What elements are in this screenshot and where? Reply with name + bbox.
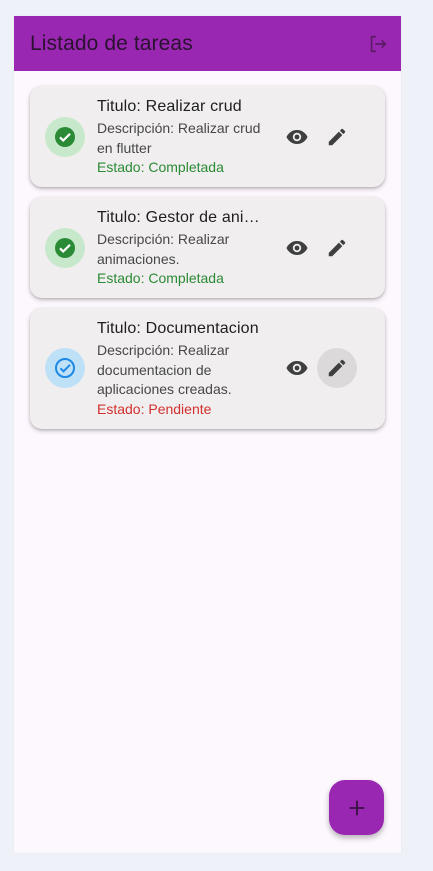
eye-icon — [286, 129, 308, 144]
task-title: Titulo: Documentacion — [97, 320, 259, 337]
view-button[interactable] — [277, 228, 317, 268]
page-title: Listado de tareas — [30, 31, 193, 55]
task-state: Estado: Completada — [97, 159, 224, 175]
logout-icon[interactable] — [365, 31, 391, 57]
check-circle-icon — [55, 126, 75, 147]
task-content: Titulo: Realizar crud Descripción: Reali… — [97, 96, 269, 177]
eye-icon — [286, 240, 308, 255]
edit-button[interactable] — [317, 117, 357, 157]
task-description: Descripción: Realizar crud en flutter — [97, 120, 261, 156]
task-status-avatar — [45, 227, 85, 268]
task-actions — [277, 348, 357, 389]
task-card[interactable]: Titulo: Documentacion Descripción: Reali… — [30, 308, 385, 429]
pencil-icon — [328, 239, 346, 256]
task-description: Descripción: Realizar animaciones. — [97, 231, 230, 267]
plus-icon — [349, 800, 364, 815]
pencil-icon — [328, 128, 346, 145]
edit-button[interactable] — [317, 228, 357, 268]
task-actions — [277, 228, 357, 268]
task-card[interactable]: Titulo: Gestor de ani… Descripción: Real… — [30, 197, 385, 298]
pencil-icon — [328, 359, 346, 377]
app-screen: Listado de tareas Titulo: Realizar crud … — [14, 16, 401, 853]
task-title: Titulo: Realizar crud — [97, 98, 242, 115]
edit-button[interactable] — [317, 348, 357, 389]
view-button[interactable] — [277, 348, 317, 388]
task-description: Descripción: Realizar documentacion de a… — [97, 342, 232, 397]
check-circle-icon — [55, 237, 75, 258]
eye-icon — [286, 361, 308, 376]
task-content: Titulo: Gestor de ani… Descripción: Real… — [97, 207, 269, 288]
task-card[interactable]: Titulo: Realizar crud Descripción: Reali… — [30, 86, 385, 187]
add-task-button[interactable] — [329, 780, 384, 835]
task-status-avatar — [45, 348, 85, 389]
view-button[interactable] — [277, 117, 317, 157]
task-state: Estado: Completada — [97, 270, 224, 286]
task-list: Titulo: Realizar crud Descripción: Reali… — [14, 71, 401, 429]
check-circle-outline-icon — [55, 358, 75, 379]
task-actions — [277, 117, 357, 157]
task-status-avatar — [45, 116, 85, 157]
task-state: Estado: Pendiente — [97, 400, 212, 417]
task-title: Titulo: Gestor de ani… — [97, 209, 260, 226]
app-bar: Listado de tareas — [14, 16, 401, 71]
task-content: Titulo: Documentacion Descripción: Reali… — [97, 318, 269, 419]
